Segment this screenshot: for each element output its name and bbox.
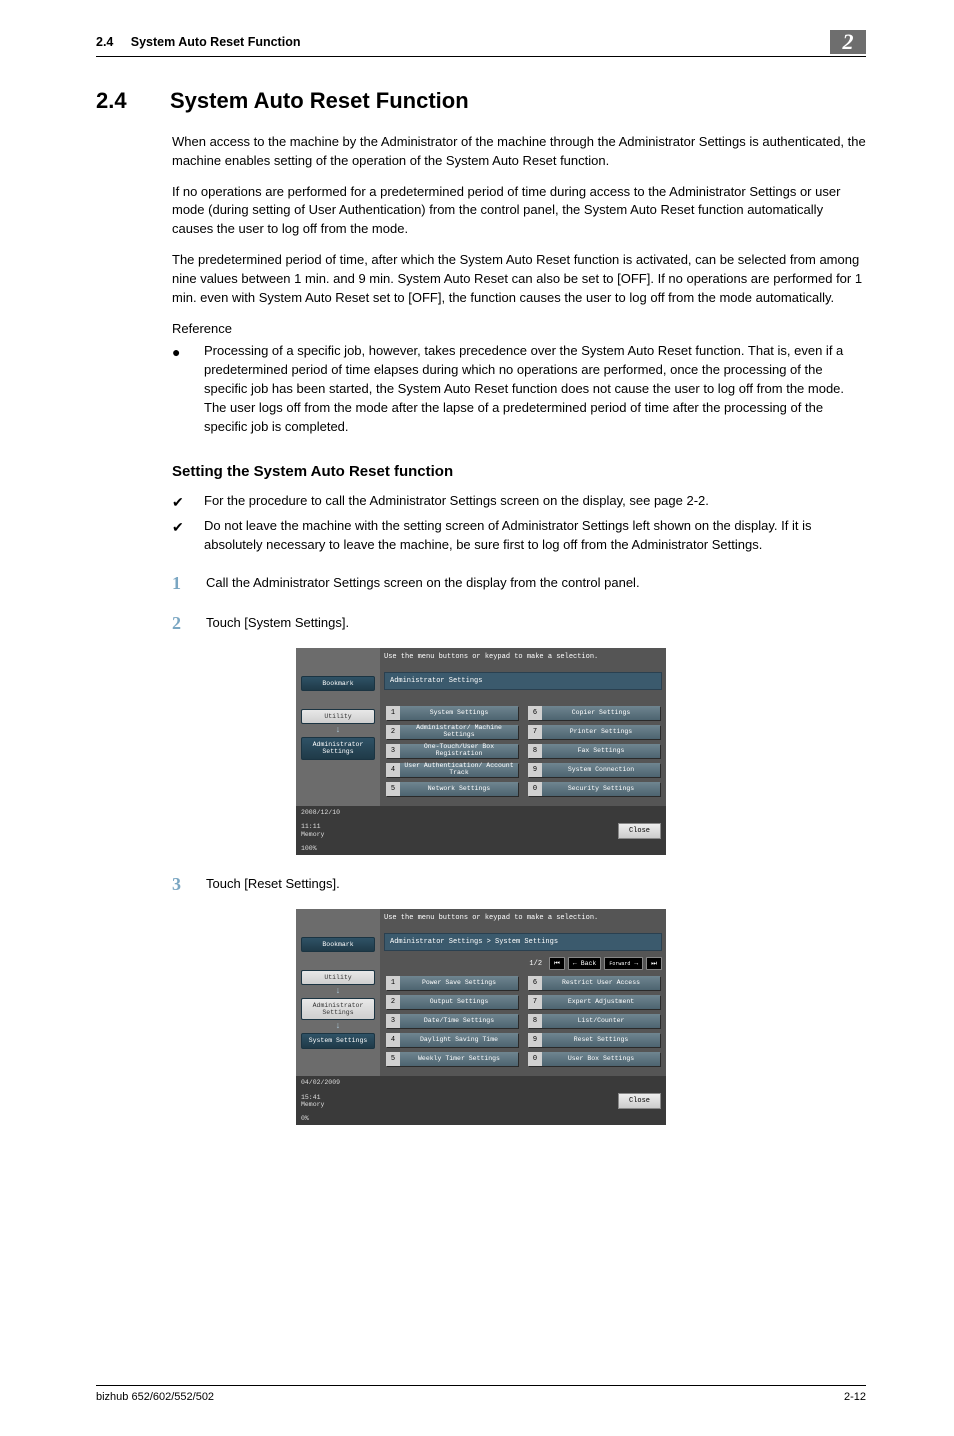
forward-button[interactable]: Forward →: [604, 957, 643, 970]
section-number: 2.4: [96, 85, 146, 117]
step-number: 3: [172, 875, 188, 895]
menu-reset-settings[interactable]: 9Reset Settings: [528, 1033, 660, 1047]
menu-expert-adjustment[interactable]: 7Expert Adjustment: [528, 995, 660, 1009]
menu-restrict-user-access[interactable]: 6Restrict User Access: [528, 976, 660, 990]
instruction-text: Use the menu buttons or keypad to make a…: [384, 911, 662, 933]
bookmark-button[interactable]: Bookmark: [301, 937, 375, 952]
chapter-badge: 2: [830, 30, 866, 54]
forward-last-button[interactable]: ⏭: [646, 957, 662, 970]
close-button[interactable]: Close: [618, 1093, 661, 1109]
arrow-down-icon: ↓: [335, 726, 340, 735]
reference-bullet-text: Processing of a specific job, however, t…: [204, 342, 866, 436]
close-button[interactable]: Close: [618, 823, 661, 839]
step-number: 2: [172, 614, 188, 634]
menu-fax-settings[interactable]: 8Fax Settings: [528, 744, 660, 758]
menu-power-save-settings[interactable]: 1Power Save Settings: [386, 976, 518, 990]
running-header: 2.4 System Auto Reset Function 2: [96, 30, 866, 57]
step-2: 2 Touch [System Settings].: [172, 614, 866, 634]
footer-model: bizhub 652/602/552/502: [96, 1390, 214, 1406]
check-item: ✔ Do not leave the machine with the sett…: [172, 517, 866, 555]
step-text: Call the Administrator Settings screen o…: [206, 574, 640, 594]
section-heading-text: System Auto Reset Function: [170, 85, 469, 117]
menu-weekly-timer-settings[interactable]: 5Weekly Timer Settings: [386, 1052, 518, 1066]
bookmark-button[interactable]: Bookmark: [301, 676, 375, 691]
step-text: Touch [Reset Settings].: [206, 875, 340, 895]
menu-security-settings[interactable]: 0Security Settings: [528, 782, 660, 796]
screen-title: Administrator Settings: [384, 672, 662, 690]
reference-bullet: ● Processing of a specific job, however,…: [172, 342, 866, 436]
check-icon: ✔: [172, 517, 186, 555]
check-text: Do not leave the machine with the settin…: [204, 517, 866, 555]
menu-copier-settings[interactable]: 6Copier Settings: [528, 706, 660, 720]
status-bar: 2008/12/10 11:11 Memory 100% Close: [296, 806, 666, 855]
paragraph-1: When access to the machine by the Admini…: [172, 133, 866, 171]
menu-printer-settings[interactable]: 7Printer Settings: [528, 725, 660, 739]
menu-grid: 1System Settings 6Copier Settings 2Admin…: [384, 704, 662, 802]
step-3: 3 Touch [Reset Settings].: [172, 875, 866, 895]
reference-label: Reference: [172, 320, 866, 339]
page-indicator: 1/2: [529, 959, 542, 969]
screen-title: Administrator Settings > System Settings: [384, 933, 662, 951]
page-footer: bizhub 652/602/552/502 2-12: [96, 1385, 866, 1406]
header-section-number: 2.4: [96, 35, 113, 49]
arrow-down-icon: ↓: [335, 987, 340, 996]
bullet-mark-icon: ●: [172, 342, 186, 436]
section-title: 2.4 System Auto Reset Function: [96, 85, 866, 117]
status-left: 2008/12/10 11:11 Memory 100%: [301, 809, 340, 852]
menu-admin-machine-settings[interactable]: 2Administrator/ Machine Settings: [386, 725, 518, 739]
check-item: ✔ For the procedure to call the Administ…: [172, 492, 866, 512]
header-section-name: System Auto Reset Function: [131, 35, 301, 49]
reference-list: ● Processing of a specific job, however,…: [172, 342, 866, 436]
arrow-down-icon: ↓: [335, 1022, 340, 1031]
menu-list-counter[interactable]: 8List/Counter: [528, 1014, 660, 1028]
pager-row: 1/2 ⏮ ← Back Forward → ⏭: [384, 957, 662, 970]
check-text: For the procedure to call the Administra…: [204, 492, 709, 512]
step-text: Touch [System Settings].: [206, 614, 349, 634]
menu-grid: 1Power Save Settings 6Restrict User Acce…: [384, 974, 662, 1072]
footer-page-number: 2-12: [844, 1390, 866, 1406]
admin-settings-button[interactable]: Administrator Settings: [301, 998, 375, 1020]
subheading: Setting the System Auto Reset function: [172, 461, 866, 483]
ui-screenshot-system-settings: Bookmark Utility ↓ Administrator Setting…: [296, 909, 666, 1125]
menu-one-touch-user-box[interactable]: 3One-Touch/User Box Registration: [386, 744, 518, 758]
step-1: 1 Call the Administrator Settings screen…: [172, 574, 866, 594]
admin-settings-button[interactable]: Administrator Settings: [301, 737, 375, 759]
header-left: 2.4 System Auto Reset Function: [96, 33, 300, 51]
status-left: 04/02/2009 15:41 Memory 0%: [301, 1079, 340, 1122]
menu-output-settings[interactable]: 2Output Settings: [386, 995, 518, 1009]
status-bar: 04/02/2009 15:41 Memory 0% Close: [296, 1076, 666, 1125]
ui-screenshot-admin-settings: Bookmark Utility ↓ Administrator Setting…: [296, 648, 666, 855]
menu-user-box-settings[interactable]: 0User Box Settings: [528, 1052, 660, 1066]
check-icon: ✔: [172, 492, 186, 512]
menu-date-time-settings[interactable]: 3Date/Time Settings: [386, 1014, 518, 1028]
system-settings-button[interactable]: System Settings: [301, 1033, 375, 1048]
menu-system-settings[interactable]: 1System Settings: [386, 706, 518, 720]
back-button[interactable]: ← Back: [568, 957, 601, 970]
step-number: 1: [172, 574, 188, 594]
instruction-text: Use the menu buttons or keypad to make a…: [384, 650, 662, 672]
menu-user-auth-account-track[interactable]: 4User Authentication/ Account Track: [386, 763, 518, 777]
utility-button[interactable]: Utility: [301, 709, 375, 724]
menu-daylight-saving-time[interactable]: 4Daylight Saving Time: [386, 1033, 518, 1047]
back-first-button[interactable]: ⏮: [549, 957, 565, 970]
menu-system-connection[interactable]: 9System Connection: [528, 763, 660, 777]
paragraph-3: The predetermined period of time, after …: [172, 251, 866, 308]
menu-network-settings[interactable]: 5Network Settings: [386, 782, 518, 796]
utility-button[interactable]: Utility: [301, 970, 375, 985]
paragraph-2: If no operations are performed for a pre…: [172, 183, 866, 240]
